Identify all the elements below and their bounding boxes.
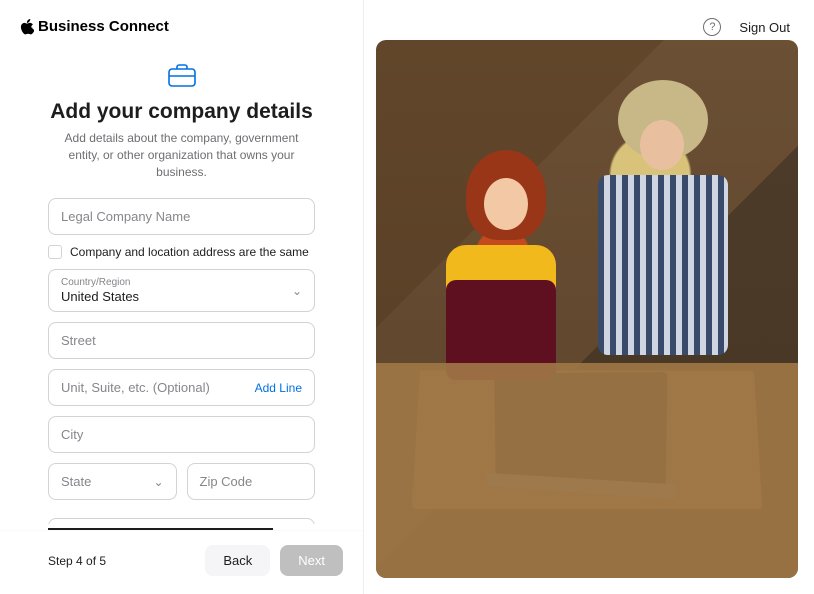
street-input[interactable]: Street: [48, 322, 315, 359]
help-icon[interactable]: ?: [703, 18, 721, 36]
same-address-label: Company and location address are the sam…: [70, 245, 309, 259]
add-line-link[interactable]: Add Line: [255, 381, 302, 395]
same-address-checkbox-row[interactable]: Company and location address are the sam…: [48, 245, 315, 259]
chevron-down-icon: ⌄: [153, 475, 163, 489]
state-select[interactable]: State ⌄: [48, 463, 177, 500]
same-address-checkbox[interactable]: [48, 245, 62, 259]
chevron-down-icon: ⌄: [292, 284, 302, 298]
hero-image: [376, 40, 798, 578]
unit-input[interactable]: Unit, Suite, etc. (Optional) Add Line: [48, 369, 315, 406]
back-button[interactable]: Back: [205, 545, 270, 576]
briefcase-icon: [168, 63, 196, 87]
country-select[interactable]: Country/Region United States ⌄: [48, 269, 315, 312]
phone-country-select[interactable]: Country/Region United States (+1) ⌄: [48, 518, 315, 524]
page-subtitle: Add details about the company, governmen…: [48, 130, 315, 180]
city-input[interactable]: City: [48, 416, 315, 453]
sign-out-link[interactable]: Sign Out: [739, 20, 790, 35]
next-button[interactable]: Next: [280, 545, 343, 576]
apple-icon: [20, 19, 34, 35]
zip-input[interactable]: Zip Code: [187, 463, 316, 500]
step-indicator: Step 4 of 5: [48, 554, 195, 568]
brand-text: Business Connect: [38, 18, 169, 35]
brand-logo: Business Connect: [20, 18, 169, 35]
page-title: Add your company details: [48, 100, 315, 124]
legal-company-name-input[interactable]: Legal Company Name: [48, 198, 315, 235]
